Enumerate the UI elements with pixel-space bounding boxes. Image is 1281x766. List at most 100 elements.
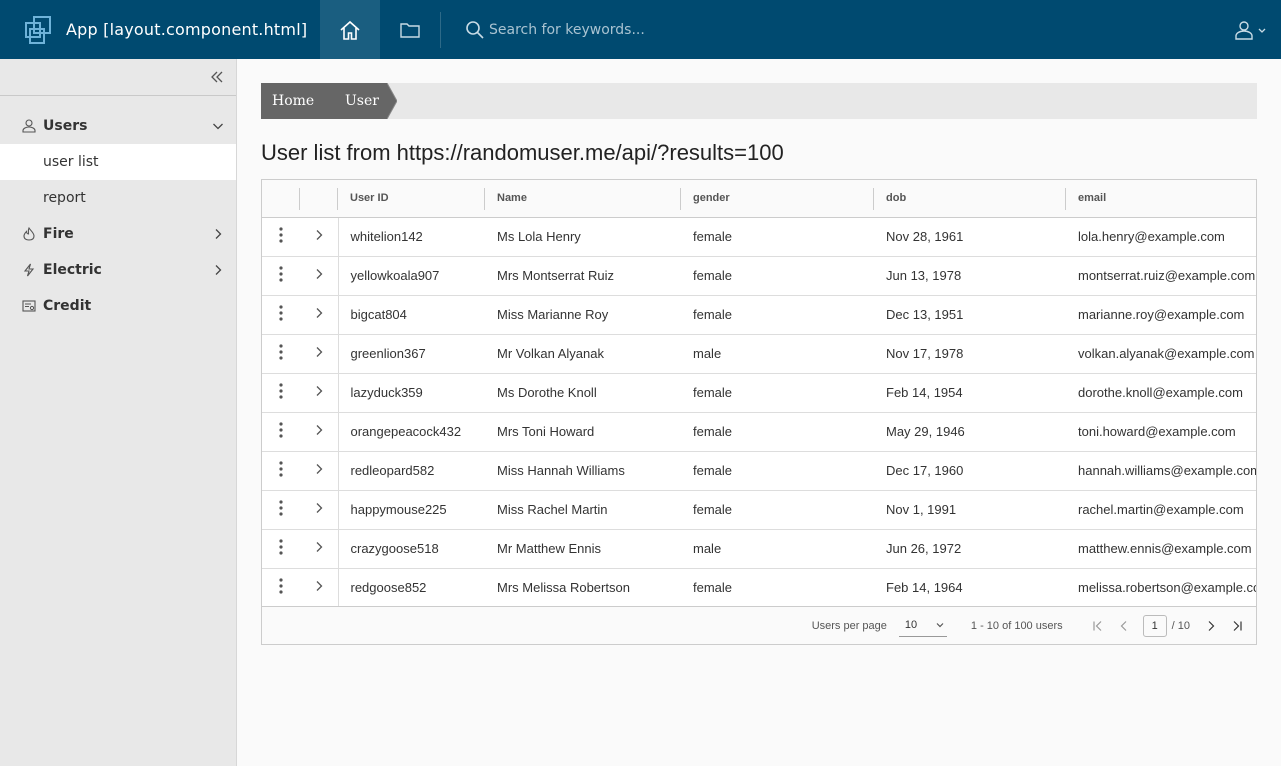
cell-gender: female [681,451,874,491]
cell-user-id: happymouse225 [338,490,485,530]
chevron-right-icon [316,542,323,552]
row-actions-button[interactable] [262,373,300,413]
cell-dob: Nov 1, 1991 [874,490,1066,530]
row-expand-button[interactable] [300,373,339,413]
more-vertical-icon [279,305,283,321]
column-header-email[interactable]: email [1066,180,1256,218]
last-page-button[interactable] [1224,614,1250,638]
cell-email: montserrat.ruiz@example.com [1066,256,1256,296]
search-input[interactable] [489,21,889,38]
row-actions-button[interactable] [262,490,300,530]
table-row[interactable]: yellowkoala907 Mrs Montserrat Ruiz female J… [262,256,1256,296]
row-expand-button[interactable] [300,334,339,374]
table-row[interactable]: orangepeacock432 Mrs Toni Howard female May… [262,412,1256,452]
first-page-icon [1093,620,1102,631]
search-bar[interactable] [441,0,1234,59]
sidebar-item-label: user list [43,154,99,170]
home-icon [340,20,360,40]
current-page-input[interactable]: 1 [1142,614,1167,637]
cell-user-id: whitelion142 [338,217,485,257]
column-header-name[interactable]: Name [485,180,681,218]
sidebar-group-credit[interactable]: Credit [0,288,236,324]
brand[interactable]: App [layout.component.html] [0,0,320,59]
per-page-value: 10 [904,619,918,631]
column-header-gender[interactable]: gender [681,180,874,218]
chevron-right-icon [316,269,323,279]
sidebar-group-fire[interactable]: Fire [0,216,236,252]
table-row[interactable]: redleopard582 Miss Hannah Williams female D… [262,451,1256,491]
breadcrumb-home[interactable]: Home [261,83,323,119]
chevron-right-icon [316,581,323,591]
user-menu-button[interactable] [1234,0,1281,59]
first-page-button[interactable] [1085,614,1111,638]
row-actions-button[interactable] [262,529,300,569]
table-row[interactable]: crazygoose518 Mr Matthew Ennis male Jun 26,… [262,529,1256,569]
per-page-select[interactable]: 10 [898,615,947,637]
user-table: User ID Name gender dob email whitelion1… [262,180,1256,608]
collapse-sidebar-icon[interactable] [210,70,224,84]
more-vertical-icon [279,383,283,399]
cell-name: Ms Dorothe Knoll [485,373,681,413]
row-actions-button[interactable] [262,334,300,374]
folder-nav-button[interactable] [380,0,440,59]
cell-name: Miss Hannah Williams [485,451,681,491]
row-expand-button[interactable] [300,217,339,257]
column-header-user-id[interactable]: User ID [338,180,485,218]
home-nav-button[interactable] [320,0,380,59]
table-row[interactable]: greenlion367 Mr Volkan Alyanak male Nov 17,… [262,334,1256,374]
row-expand-button[interactable] [300,256,339,296]
cell-dob: Dec 13, 1951 [874,295,1066,335]
table-row[interactable]: whitelion142 Ms Lola Henry female Nov 28, 1… [262,217,1256,257]
chevron-down-icon [936,623,944,628]
more-vertical-icon [279,461,283,477]
next-page-button[interactable] [1198,614,1224,638]
chevron-right-icon [316,308,323,318]
user-datagrid: User ID Name gender dob email whitelion1… [261,179,1257,645]
sidebar-group-electric[interactable]: Electric [0,252,236,288]
cell-name: Mr Volkan Alyanak [485,334,681,374]
cell-name: Miss Marianne Roy [485,295,681,335]
app-logo-icon [25,15,51,44]
cell-name: Ms Lola Henry [485,217,681,257]
cell-gender: female [681,295,874,335]
per-page-label: Users per page [811,619,887,632]
sidebar-item-report[interactable]: report [0,180,236,216]
cell-user-id: lazyduck359 [338,373,485,413]
row-actions-button[interactable] [262,412,300,452]
row-actions-button[interactable] [262,217,300,257]
cell-gender: female [681,256,874,296]
cell-user-id: crazygoose518 [338,529,485,569]
row-actions-button[interactable] [262,568,300,608]
table-row[interactable]: bigcat804 Miss Marianne Roy female Dec 13, … [262,295,1256,335]
row-expand-button[interactable] [300,568,339,608]
cell-email: hannah.williams@example.com [1066,451,1256,491]
sidebar-group-label: Fire [43,226,74,242]
app-title: App [layout.component.html] [66,20,308,39]
cell-gender: female [681,373,874,413]
row-actions-button[interactable] [262,256,300,296]
row-expand-button[interactable] [300,295,339,335]
cell-email: melissa.robertson@example.com [1066,568,1256,608]
sidebar-item-user-list[interactable]: user list [0,144,236,180]
chevron-down-icon [213,123,223,130]
table-row[interactable]: redgoose852 Mrs Melissa Robertson female Fe… [262,568,1256,608]
table-row[interactable]: happymouse225 Miss Rachel Martin female Nov… [262,490,1256,530]
row-expand-button[interactable] [300,529,339,569]
sidebar-group-label: Credit [43,298,92,314]
table-row[interactable]: lazyduck359 Ms Dorothe Knoll female Feb 14,… [262,373,1256,413]
cell-name: Miss Rachel Martin [485,490,681,530]
previous-page-button[interactable] [1111,614,1137,638]
row-expand-button[interactable] [300,451,339,491]
bolt-icon [23,263,35,277]
row-expand-button[interactable] [300,490,339,530]
row-actions-button[interactable] [262,295,300,335]
cell-dob: May 29, 1946 [874,412,1066,452]
sidebar-group-users[interactable]: Users [0,108,236,144]
column-header-dob[interactable]: dob [874,180,1066,218]
row-expand-button[interactable] [300,412,339,452]
row-actions-button[interactable] [262,451,300,491]
cell-dob: Nov 17, 1978 [874,334,1066,374]
cell-dob: Nov 28, 1961 [874,217,1066,257]
cell-dob: Dec 17, 1960 [874,451,1066,491]
breadcrumb-user[interactable]: User [323,83,387,119]
